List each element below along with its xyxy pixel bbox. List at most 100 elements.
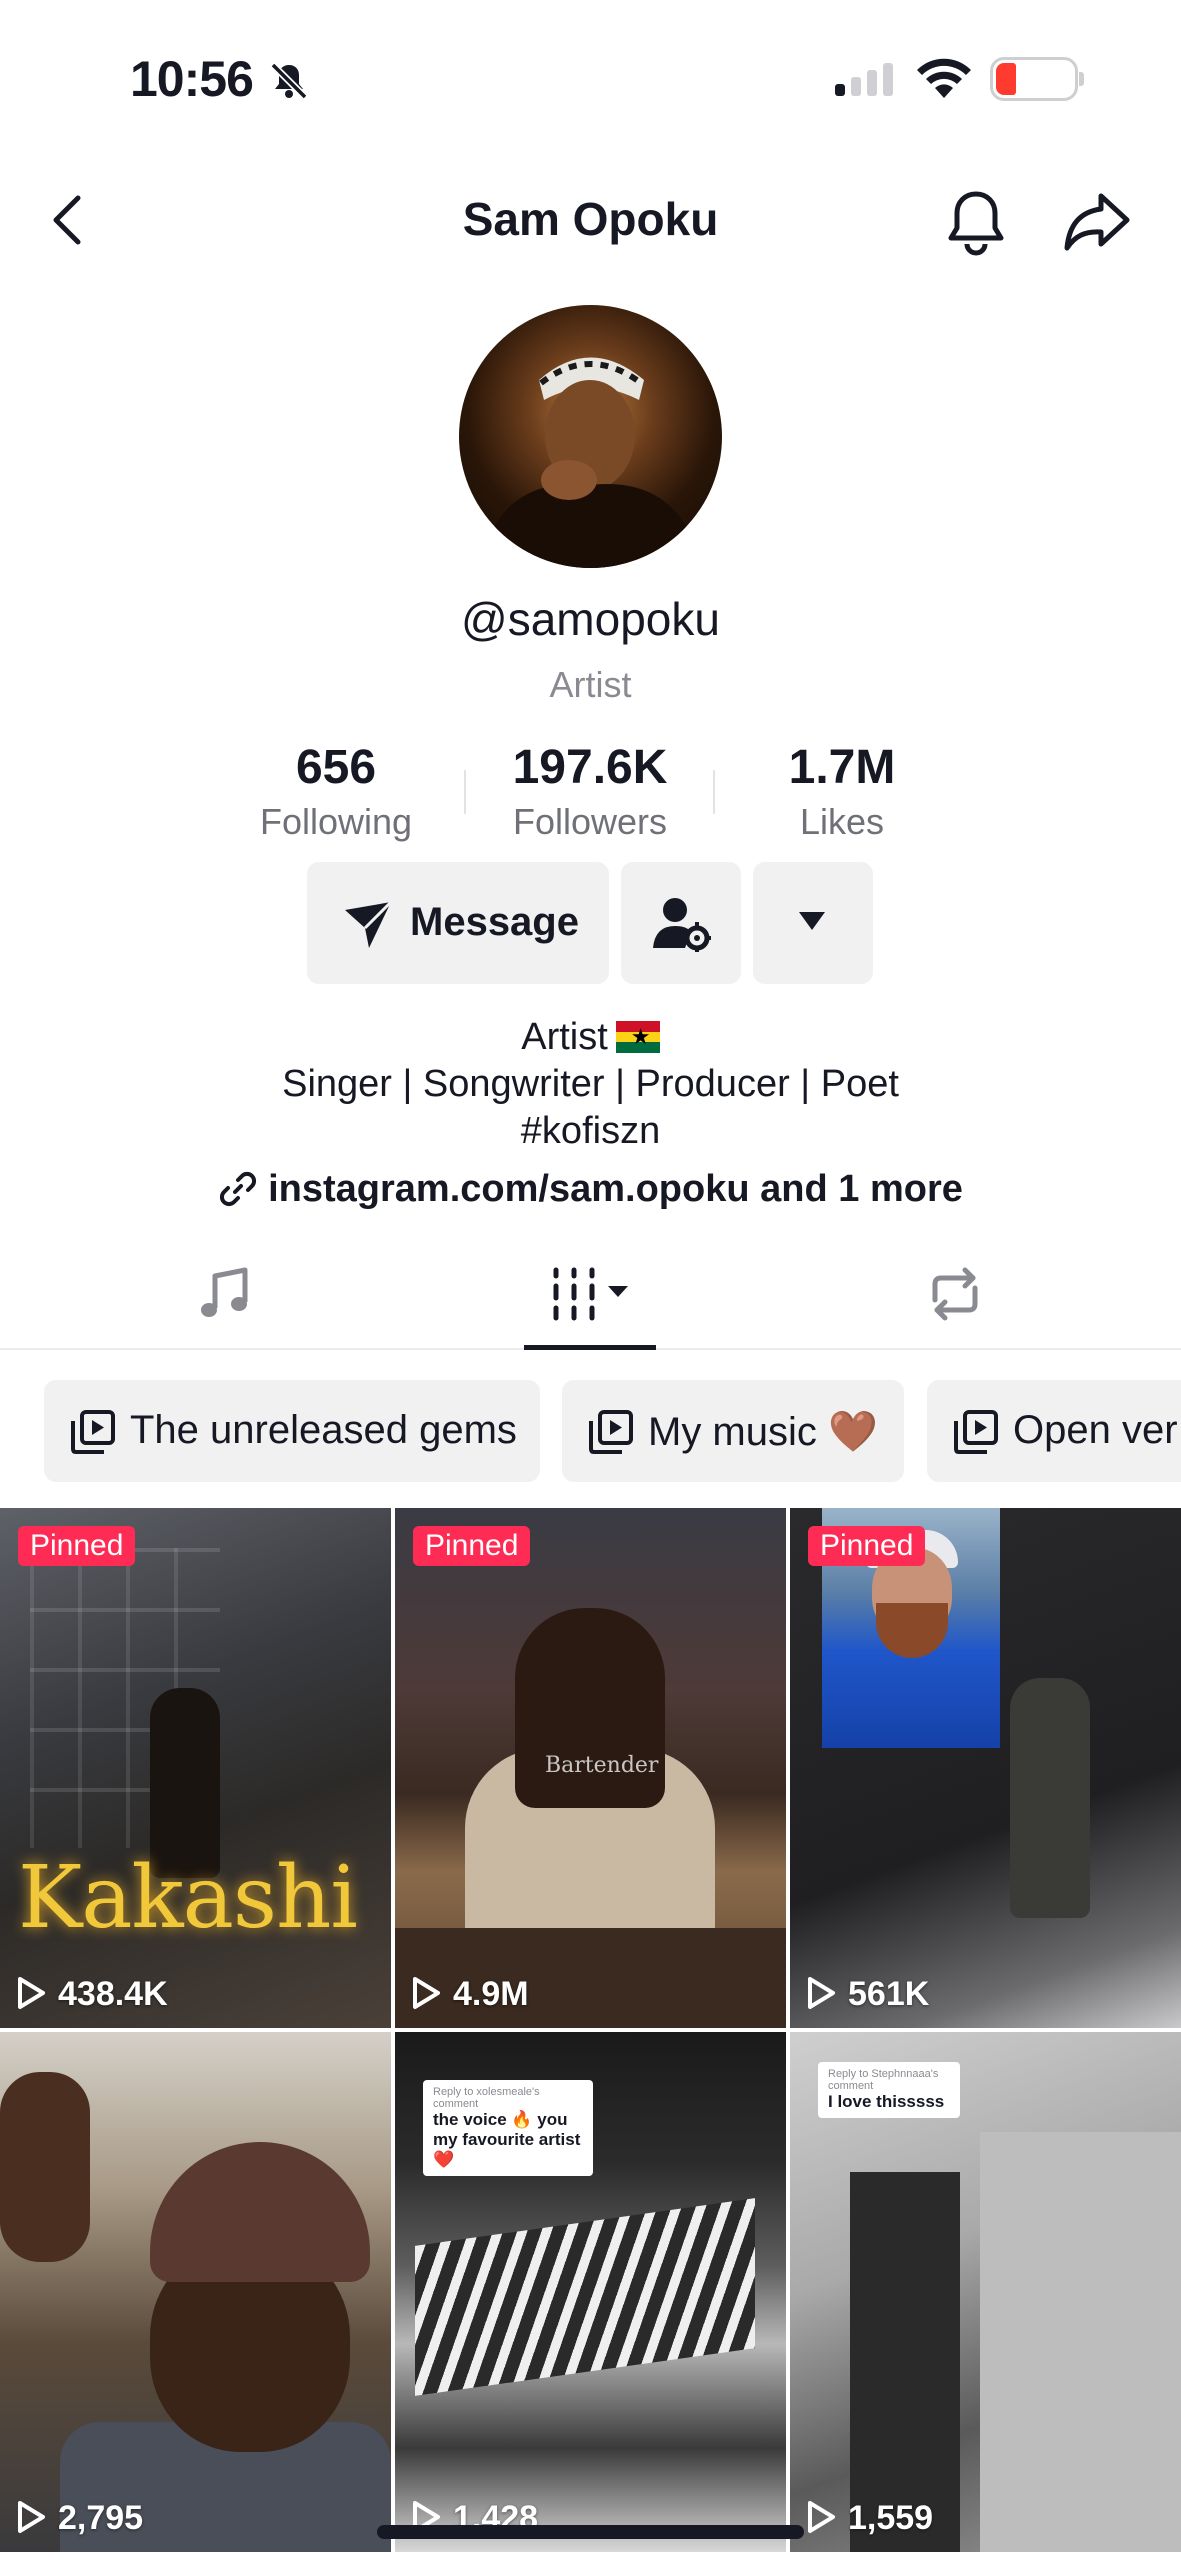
bio-hashtag[interactable]: #kofiszn (0, 1108, 1181, 1155)
wifi-icon (917, 58, 971, 98)
profile-bio: Artist ★ Singer | Songwriter | Producer |… (0, 1014, 1181, 1155)
play-icon (413, 1977, 440, 2009)
view-count: 1,559 (806, 2498, 933, 2538)
view-count-text: 561K (848, 1975, 930, 2013)
stat-following[interactable]: 656 Following (211, 740, 461, 843)
comment-text: I love thisssss (828, 2092, 945, 2111)
message-label: Message (410, 900, 579, 944)
playlist-chip[interactable]: Open ver (927, 1380, 1181, 1482)
video-thumbnail[interactable]: Kakashi Pinned 438.4K (0, 1508, 391, 2028)
comment-text: the voice 🔥 you my favourite artist ❤️ (433, 2110, 581, 2169)
stat-value: 1.7M (788, 741, 896, 794)
video-overlay-title: Bartender (545, 1753, 659, 1778)
profile-actions: Message (0, 862, 1181, 984)
video-thumbnail[interactable]: Reply to Stephnnaaa's comment I love thi… (790, 2032, 1181, 2552)
comment-sticker: Reply to Stephnnaaa's comment I love thi… (818, 2062, 960, 2118)
video-thumbnail[interactable]: Reply to xolesmeale's comment the voice … (395, 2032, 786, 2552)
pinned-badge: Pinned (808, 1526, 926, 1566)
following-settings-button[interactable] (621, 862, 741, 984)
avatar-photo (479, 357, 702, 568)
home-indicator[interactable] (377, 2525, 804, 2539)
music-note-icon (201, 1267, 248, 1317)
playlist-label: Open ver (1013, 1408, 1178, 1452)
video-grid-icon (553, 1267, 628, 1321)
thumbnail-background (850, 2172, 960, 2552)
view-count-text: 438.4K (58, 1975, 168, 2013)
status-time: 10:56 (130, 51, 254, 107)
view-count: 561K (806, 1974, 929, 2014)
bio-link[interactable]: instagram.com/sam.opoku and 1 more (0, 1168, 1181, 1211)
link-icon (220, 1171, 257, 1207)
comment-reply-label: Reply to Stephnnaaa's comment (828, 2068, 939, 2092)
tab-videos[interactable] (520, 1250, 660, 1350)
tab-music[interactable] (190, 1250, 260, 1350)
video-thumbnail[interactable]: 2,795 (0, 2032, 391, 2552)
comment-sticker: Reply to xolesmeale's comment the voice … (423, 2080, 593, 2176)
link-url: instagram.com/sam.opoku (268, 1168, 750, 1210)
message-button[interactable]: Message (307, 862, 609, 984)
play-icon (808, 1977, 835, 2009)
send-icon (345, 900, 393, 948)
thumbnail-background (415, 2198, 755, 2396)
share-arrow-icon[interactable] (1063, 188, 1131, 254)
divider (713, 770, 715, 814)
bell-slash-icon (270, 62, 308, 100)
tab-reposts[interactable] (920, 1250, 990, 1350)
view-count: 438.4K (16, 1974, 168, 2014)
thumbnail-figure (0, 2072, 90, 2262)
video-thumbnail[interactable]: Pinned 561K (790, 1508, 1181, 2028)
bio-line-text: Artist (521, 1016, 608, 1058)
battery-level: 20 (1016, 61, 1052, 97)
thumbnail-figure (515, 1608, 665, 1808)
video-thumbnail[interactable]: Bartender Pinned 4.9M (395, 1508, 786, 2028)
playlist-icon (954, 1410, 998, 1454)
profile-header: Sam Opoku (0, 170, 1181, 280)
account-category: Artist (549, 664, 632, 705)
active-tab-indicator (524, 1345, 656, 1350)
bio-line: Singer | Songwriter | Producer | Poet (282, 1063, 899, 1105)
stat-likes[interactable]: 1.7M Likes (717, 740, 967, 843)
play-icon (808, 2501, 835, 2533)
play-icon (18, 1977, 45, 2009)
link-more: and 1 more (749, 1168, 963, 1210)
stat-label: Following (259, 801, 413, 842)
view-count: 4.9M (411, 1974, 529, 2014)
status-bar: 10:56 20 (0, 0, 1181, 160)
caret-down-icon (799, 912, 825, 930)
view-count-text: 4.9M (453, 1975, 529, 2013)
cellular-signal-icon (835, 63, 893, 96)
stat-label: Likes (799, 801, 885, 842)
stat-label: Followers (512, 801, 668, 842)
profile-stats: 656 Following 197.6K Followers 1.7M Like… (0, 740, 1181, 850)
username: @samopoku (461, 593, 720, 645)
thumbnail-figure (150, 2142, 370, 2282)
user-settings-icon (653, 898, 711, 952)
bell-icon[interactable] (943, 188, 1009, 258)
comment-reply-label: Reply to xolesmeale's comment (433, 2086, 540, 2110)
more-options-button[interactable] (753, 862, 873, 984)
bio-line: Artist ★ (0, 1014, 1181, 1061)
playlist-row: The unreleased gems My music 🤎 Open ver (0, 1380, 1181, 1482)
playlist-label: The unreleased gems (130, 1408, 517, 1452)
avatar[interactable] (459, 305, 722, 568)
thumbnail-background (980, 2132, 1181, 2552)
video-overlay-title: Kakashi (18, 1848, 358, 1948)
pinned-badge: Pinned (18, 1526, 136, 1566)
battery-icon: 20 (990, 57, 1084, 101)
view-count-text: 2,795 (58, 2499, 144, 2537)
stat-value: 656 (295, 741, 377, 794)
ghana-flag-icon: ★ (615, 1021, 660, 1053)
view-count: 2,795 (16, 2498, 143, 2538)
pinned-badge: Pinned (413, 1526, 531, 1566)
content-tabs (0, 1250, 1181, 1350)
playlist-chip[interactable]: My music 🤎 (562, 1380, 904, 1482)
view-count-text: 1,559 (848, 2499, 934, 2537)
playlist-chip[interactable]: The unreleased gems (44, 1380, 540, 1482)
stat-followers[interactable]: 197.6K Followers (465, 740, 715, 843)
stat-value: 197.6K (512, 741, 668, 794)
play-icon (18, 2501, 45, 2533)
playlist-label: My music 🤎 (648, 1410, 878, 1454)
playlist-icon (71, 1410, 115, 1454)
thumbnail-figure (1010, 1678, 1090, 1918)
playlist-icon (589, 1410, 633, 1454)
